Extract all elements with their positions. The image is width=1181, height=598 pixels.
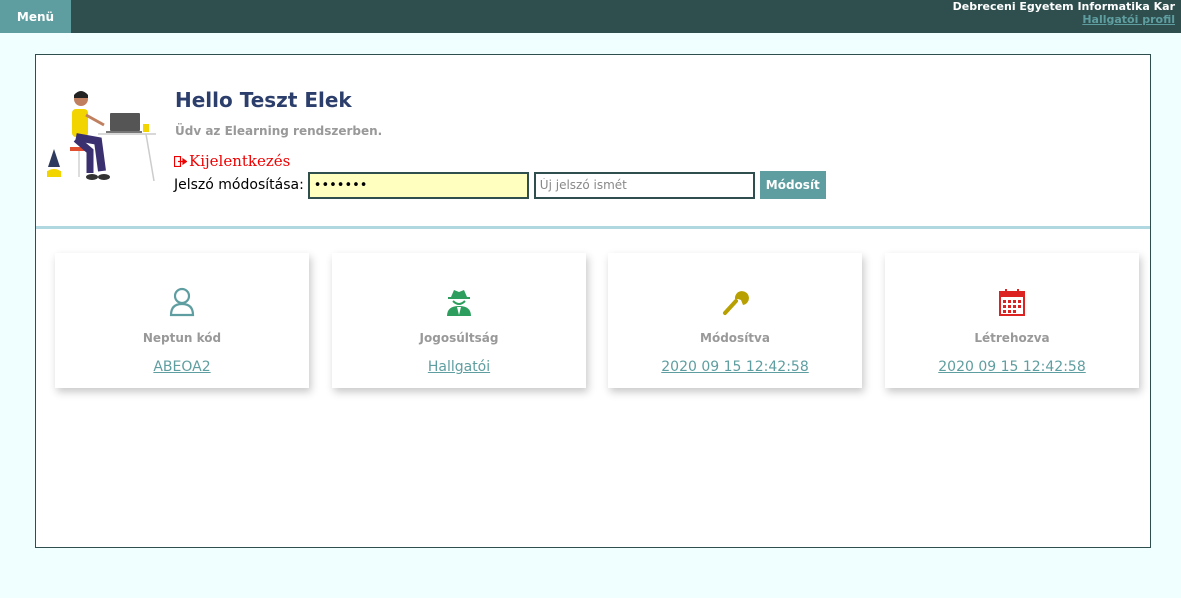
greeting-heading: Hello Teszt Elek <box>175 88 352 112</box>
card-created: Létrehozva 2020 09 15 12:42:58 <box>885 253 1139 388</box>
card-modified: Módosítva 2020 09 15 12:42:58 <box>608 253 862 388</box>
card-value[interactable]: 2020 09 15 12:42:58 <box>885 359 1139 375</box>
top-bar: Menü Debreceni Egyetem Informatika Kar H… <box>0 0 1181 33</box>
logout-icon <box>174 155 187 167</box>
card-label: Létrehozva <box>974 331 1050 345</box>
card-value[interactable]: 2020 09 15 12:42:58 <box>608 359 862 375</box>
card-value[interactable]: ABEOA2 <box>55 359 309 375</box>
logout-label: Kijelentkezés <box>189 152 291 170</box>
logout-link[interactable]: Kijelentkezés <box>174 152 290 170</box>
password-label: Jelszó módosítása: <box>174 177 304 193</box>
brand-title: Debreceni Egyetem Informatika Kar <box>952 0 1175 13</box>
brand: Debreceni Egyetem Informatika Kar Hallga… <box>953 0 1175 26</box>
calendar-icon <box>999 289 1025 316</box>
user-icon <box>169 287 195 317</box>
main-panel: Hello Teszt Elek Üdv az Elearning rendsz… <box>35 54 1151 548</box>
password-change-row: Jelszó módosítása: Módosít <box>174 171 826 199</box>
workspace-illustration <box>47 91 156 182</box>
card-neptun-code: Neptun kód ABEOA2 <box>55 253 309 388</box>
card-label: Jogosúltság <box>419 331 499 345</box>
divider <box>36 226 1150 229</box>
spy-icon <box>447 290 471 316</box>
welcome-text: Üdv az Elearning rendszerben. <box>175 124 383 138</box>
modify-button[interactable]: Módosít <box>759 171 826 199</box>
card-label: Neptun kód <box>142 331 222 345</box>
password-field[interactable] <box>307 171 529 199</box>
card-label: Módosítva <box>700 331 770 345</box>
card-permission: Jogosúltság Hallgatói <box>332 253 586 388</box>
card-value[interactable]: Hallgatói <box>332 359 586 375</box>
password-repeat-field[interactable] <box>533 171 755 199</box>
profile-link[interactable]: Hallgatói profil <box>953 13 1175 26</box>
wrench-icon <box>723 291 749 315</box>
menu-button[interactable]: Menü <box>0 0 71 33</box>
